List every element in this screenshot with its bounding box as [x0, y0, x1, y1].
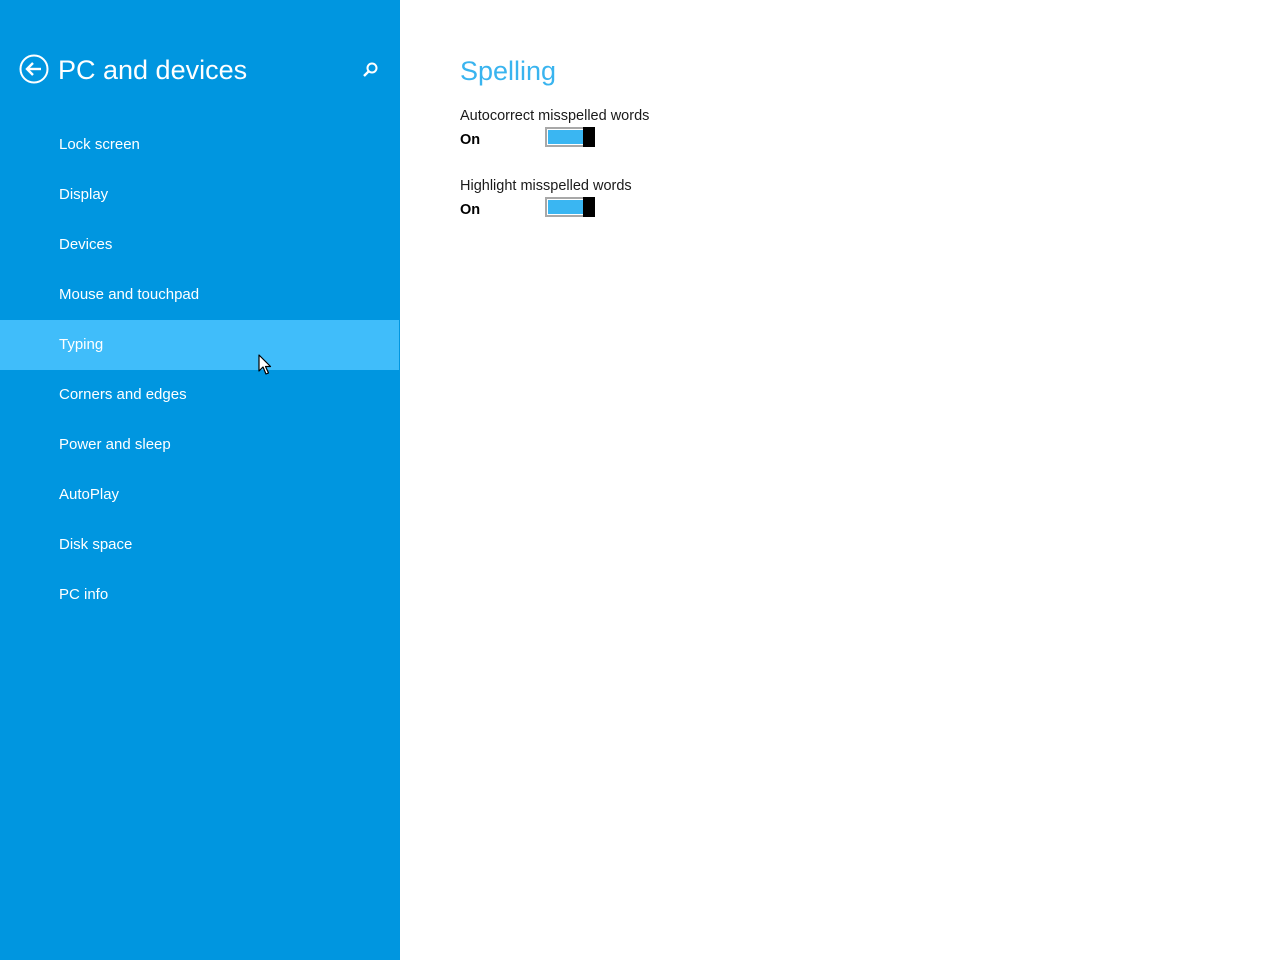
- setting-highlight: Highlight misspelled words On: [460, 176, 860, 236]
- setting-label: Autocorrect misspelled words: [460, 108, 650, 124]
- sidebar-item-label: Typing: [59, 336, 104, 353]
- back-button[interactable]: [19, 54, 49, 84]
- toggle-thumb[interactable]: [583, 127, 595, 147]
- sidebar-item-mouse-and-touchpad[interactable]: Mouse and touchpad: [0, 270, 399, 320]
- settings-window: PC and devices Lock screen Display Devic…: [0, 0, 1280, 960]
- toggle-fill: [548, 130, 584, 144]
- sidebar-item-display[interactable]: Display: [0, 170, 399, 220]
- sidebar-item-label: Disk space: [59, 536, 133, 553]
- sidebar-item-label: Lock screen: [59, 136, 140, 153]
- sidebar-item-label: Power and sleep: [59, 436, 171, 453]
- toggle-thumb[interactable]: [583, 197, 595, 217]
- sidebar-item-disk-space[interactable]: Disk space: [0, 520, 399, 570]
- sidebar-item-label: AutoPlay: [59, 486, 120, 503]
- setting-label: Highlight misspelled words: [460, 178, 632, 194]
- sidebar-item-pc-info[interactable]: PC info: [0, 570, 399, 620]
- sidebar-header: PC and devices: [0, 0, 400, 140]
- search-button[interactable]: [360, 60, 380, 80]
- search-icon: [363, 62, 378, 77]
- sidebar-item-label: Display: [59, 186, 109, 203]
- main-content: Spelling Autocorrect misspelled words On…: [400, 0, 1280, 960]
- sidebar-item-devices[interactable]: Devices: [0, 220, 399, 270]
- sidebar-item-label: PC info: [59, 586, 109, 603]
- back-arrow-icon: [19, 54, 49, 84]
- sidebar-item-label: Devices: [59, 236, 113, 253]
- sidebar-item-label: Mouse and touchpad: [59, 286, 200, 303]
- setting-state: On: [460, 132, 481, 148]
- sidebar-item-typing[interactable]: Typing: [0, 320, 399, 370]
- section-title: Spelling: [460, 56, 557, 86]
- autocorrect-toggle[interactable]: [545, 127, 595, 147]
- sidebar-item-power-and-sleep[interactable]: Power and sleep: [0, 420, 399, 470]
- page-title: PC and devices: [58, 55, 248, 85]
- toggle-fill: [548, 200, 584, 214]
- sidebar-item-lock-screen[interactable]: Lock screen: [0, 120, 399, 170]
- sidebar-item-label: Corners and edges: [59, 386, 187, 403]
- sidebar-nav: Lock screen Display Devices Mouse and to…: [0, 120, 400, 620]
- sidebar: PC and devices Lock screen Display Devic…: [0, 0, 400, 960]
- sidebar-item-autoplay[interactable]: AutoPlay: [0, 470, 399, 520]
- highlight-toggle[interactable]: [545, 197, 595, 217]
- setting-state: On: [460, 202, 481, 218]
- setting-autocorrect: Autocorrect misspelled words On: [460, 106, 860, 166]
- sidebar-item-corners-and-edges[interactable]: Corners and edges: [0, 370, 399, 420]
